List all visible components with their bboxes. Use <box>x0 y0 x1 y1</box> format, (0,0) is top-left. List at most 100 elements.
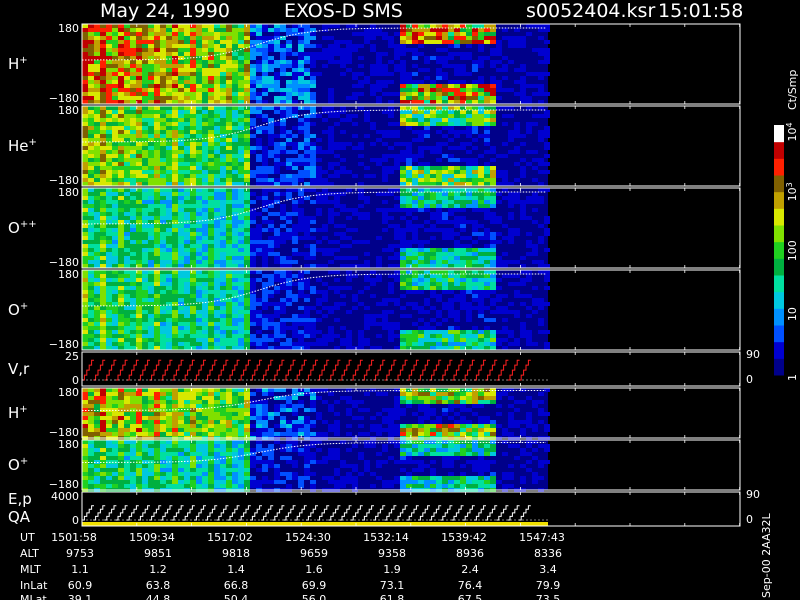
panel-label: O++ <box>8 219 37 237</box>
panel-2: He+180−180 <box>8 104 741 187</box>
ephemeris-cell: 9818 <box>222 547 250 560</box>
header-date: May 24, 1990 <box>100 0 230 22</box>
ephemeris-cell: 2.4 <box>461 563 479 576</box>
panels-group: H+180−180He+180−180O++180−180O+180−180V,… <box>8 22 760 527</box>
colorbar-unit: Ct/Smp <box>786 70 799 110</box>
ephemeris-cell: 8936 <box>456 547 484 560</box>
ephemeris-cell: 1517:02 <box>207 531 253 544</box>
colorbar-segment <box>774 141 784 159</box>
y-tick-top: 4000 <box>51 490 79 503</box>
ephemeris-cell: 73.5 <box>536 593 561 600</box>
panel-7: O+180−180 <box>8 438 741 492</box>
panel-4: O+180−180 <box>8 268 741 351</box>
panel-5: V,r250900 <box>8 348 760 387</box>
colorbar-tick: 104 <box>785 122 799 141</box>
ephemeris-cell: 9358 <box>378 547 406 560</box>
colorbar-segment <box>774 258 784 276</box>
panel-label: H+ <box>8 55 28 73</box>
ephemeris-cell: 9851 <box>144 547 172 560</box>
ephemeris-cell: 61.8 <box>380 593 405 600</box>
ephemeris-cell: 1501:58 <box>51 531 97 544</box>
ephemeris-cell: 69.9 <box>302 579 327 592</box>
colorbar-segment <box>774 208 784 226</box>
ephemeris-cell: 73.1 <box>380 579 405 592</box>
colorbar: 1 10 100 103 104 Ct/Smp <box>774 70 799 381</box>
ephemeris-cell: 1532:14 <box>363 531 409 544</box>
ephemeris-cell: 67.5 <box>458 593 483 600</box>
ephemeris-label: UT <box>20 531 35 544</box>
colorbar-segment <box>774 308 784 326</box>
panel-label: He+ <box>8 137 37 155</box>
y-tick-top: 25 <box>65 350 79 363</box>
ephemeris-label: ALT <box>20 547 39 560</box>
y-tick-top: 180 <box>58 268 79 281</box>
ephemeris-cell: 1524:30 <box>285 531 331 544</box>
y-tick-top: 180 <box>58 22 79 35</box>
ephemeris-cell: 1.6 <box>305 563 323 576</box>
sms-spectrogram-plot: May 24, 1990 EXOS-D SMS s0052404.ksr 15:… <box>8 0 799 600</box>
y-tick-bottom: 0 <box>72 514 79 527</box>
colorbar-segment <box>774 275 784 293</box>
colorbar-segment <box>774 291 784 309</box>
panel-label: H+ <box>8 404 28 422</box>
colorbar-segment <box>774 358 784 376</box>
colorbar-segment <box>774 191 784 209</box>
panel-label: E,p <box>8 490 32 508</box>
ephemeris-cell: 63.8 <box>146 579 171 592</box>
right-tick-top: 90 <box>746 488 760 501</box>
colorbar-segment <box>774 341 784 359</box>
colorbar-segment <box>774 125 784 143</box>
header-instrument: EXOS-D SMS <box>284 0 403 22</box>
right-tick-bottom: 0 <box>746 373 753 386</box>
colorbar-segment <box>774 158 784 176</box>
colorbar-segment <box>774 325 784 343</box>
panel-label-2: QA <box>8 508 31 526</box>
right-tick-top: 90 <box>746 348 760 361</box>
y-tick-top: 180 <box>58 104 79 117</box>
ephemeris-cell: 9753 <box>66 547 94 560</box>
ephemeris-cell: 9659 <box>300 547 328 560</box>
ephemeris-label: InLat <box>20 579 48 592</box>
ephemeris-label: MLT <box>20 563 41 576</box>
colorbar-segment <box>774 225 784 243</box>
panel-1: H+180−180 <box>8 22 741 105</box>
colorbar-tick: 103 <box>785 182 799 201</box>
footer-code: Sep-00 2AA32L <box>760 512 773 598</box>
ephemeris-cell: 1.1 <box>71 563 89 576</box>
y-tick-top: 180 <box>58 438 79 451</box>
panel-3: O++180−180 <box>8 186 741 269</box>
colorbar-tick: 100 <box>786 240 799 261</box>
ephemeris-cell: 1539:42 <box>441 531 487 544</box>
ephemeris-cell: 1547:43 <box>519 531 565 544</box>
ephemeris-cell: 44.8 <box>146 593 171 600</box>
header-file: s0052404.ksr <box>526 0 655 22</box>
ephemeris-cell: 1.2 <box>149 563 167 576</box>
ephemeris-label: MLat <box>20 593 47 600</box>
ephemeris-cell: 39.1 <box>68 593 93 600</box>
header-time: 15:01:58 <box>658 0 743 22</box>
ephemeris-cell: 56.0 <box>302 593 327 600</box>
colorbar-tick: 10 <box>786 307 799 321</box>
ephemeris-cell: 66.8 <box>224 579 249 592</box>
ephemeris-table: UT ALT MLT InLatMLat 1501:58 9753 1.1 60.939.1 1… <box>20 531 565 600</box>
panel-6: H+180−180 <box>8 386 741 440</box>
panel-label: O+ <box>8 301 28 319</box>
y-tick-top: 180 <box>58 386 79 399</box>
ephemeris-cell: 8336 <box>534 547 562 560</box>
colorbar-segment <box>774 175 784 193</box>
ephemeris-cell: 3.4 <box>539 563 557 576</box>
y-tick-top: 180 <box>58 186 79 199</box>
ephemeris-cell: 50.4 <box>224 593 249 600</box>
colorbar-segment <box>774 241 784 259</box>
ephemeris-cell: 1509:34 <box>129 531 175 544</box>
right-tick-bottom: 0 <box>746 513 753 526</box>
ephemeris-cell: 1.9 <box>383 563 401 576</box>
ephemeris-cell: 60.9 <box>68 579 93 592</box>
panel-label: V,r <box>8 360 30 378</box>
ephemeris-cell: 1.4 <box>227 563 245 576</box>
colorbar-tick: 1 <box>786 374 799 381</box>
panel-label: O+ <box>8 456 28 474</box>
ephemeris-cell: 76.4 <box>458 579 483 592</box>
panel-8: E,pQA 4000 0 90 0 <box>8 488 760 527</box>
ephemeris-cell: 79.9 <box>536 579 561 592</box>
